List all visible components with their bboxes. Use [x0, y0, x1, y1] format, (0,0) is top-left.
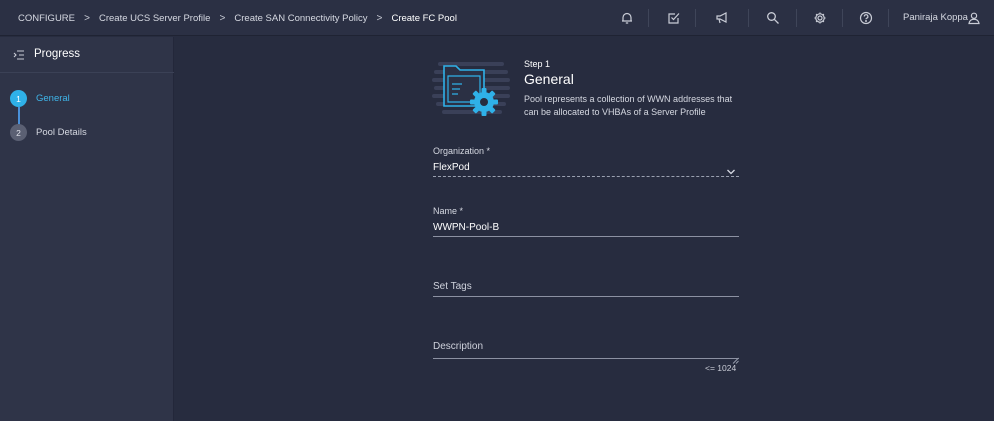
breadcrumb-create-fc-pool: Create FC Pool: [391, 12, 457, 24]
page-title: General: [524, 71, 574, 87]
toolbar-divider: [648, 9, 649, 27]
organization-underline: [433, 176, 739, 177]
collapse-menu-icon[interactable]: [13, 48, 25, 66]
set-tags-input[interactable]: Set Tags: [433, 281, 472, 292]
breadcrumb: CONFIGURE > Create UCS Server Profile > …: [18, 0, 457, 36]
toolbar-divider: [796, 9, 797, 27]
breadcrumb-separator: >: [84, 12, 90, 24]
step-number: 2: [10, 124, 27, 141]
organization-select[interactable]: FlexPod: [433, 162, 470, 173]
user-icon[interactable]: [965, 9, 983, 27]
breadcrumb-create-ucs-server-profile[interactable]: Create UCS Server Profile: [99, 13, 210, 24]
step-label: Pool Details: [36, 127, 87, 138]
sidebar-header: Progress: [0, 37, 174, 73]
tags-underline: [433, 296, 739, 297]
breadcrumb-separator: >: [219, 12, 226, 24]
organization-label: Organization *: [433, 146, 491, 156]
help-icon[interactable]: [857, 9, 875, 27]
step-kicker: Step 1: [524, 59, 551, 69]
step-description: Pool represents a collection of WWN addr…: [524, 94, 733, 117]
task-check-icon[interactable]: [665, 9, 683, 27]
megaphone-icon[interactable]: [713, 9, 731, 27]
step-label: General: [36, 93, 70, 104]
description-char-limit: <= 1024: [705, 363, 737, 373]
folder-gear-icon: [432, 58, 512, 125]
name-underline: [433, 236, 739, 237]
breadcrumb-create-san-connectivity-policy[interactable]: Create SAN Connectivity Policy: [234, 13, 367, 24]
toolbar-divider: [695, 9, 696, 27]
bell-icon[interactable]: [618, 9, 636, 27]
description-underline: [433, 358, 739, 359]
gear-icon[interactable]: [811, 9, 829, 27]
step-number: 1: [10, 90, 27, 107]
breadcrumb-configure[interactable]: CONFIGURE: [18, 13, 75, 24]
search-icon[interactable]: [764, 9, 782, 27]
chevron-down-icon[interactable]: [726, 163, 736, 181]
progress-sidebar: Progress 1 General 2 Pool Details: [0, 37, 174, 421]
name-label: Name *: [433, 206, 464, 216]
breadcrumb-separator: >: [376, 12, 383, 24]
user-name[interactable]: Paniraja Koppa: [903, 0, 968, 36]
name-input[interactable]: WWPN-Pool-B: [433, 222, 499, 233]
toolbar-divider: [748, 9, 749, 27]
description-textarea[interactable]: Description: [433, 341, 483, 352]
top-bar: CONFIGURE > Create UCS Server Profile > …: [0, 0, 994, 36]
step-pool-details[interactable]: 2 Pool Details: [10, 124, 87, 141]
step-general[interactable]: 1 General: [10, 90, 70, 107]
toolbar-divider: [842, 9, 843, 27]
sidebar-title: Progress: [34, 48, 81, 60]
toolbar-divider: [888, 9, 889, 27]
